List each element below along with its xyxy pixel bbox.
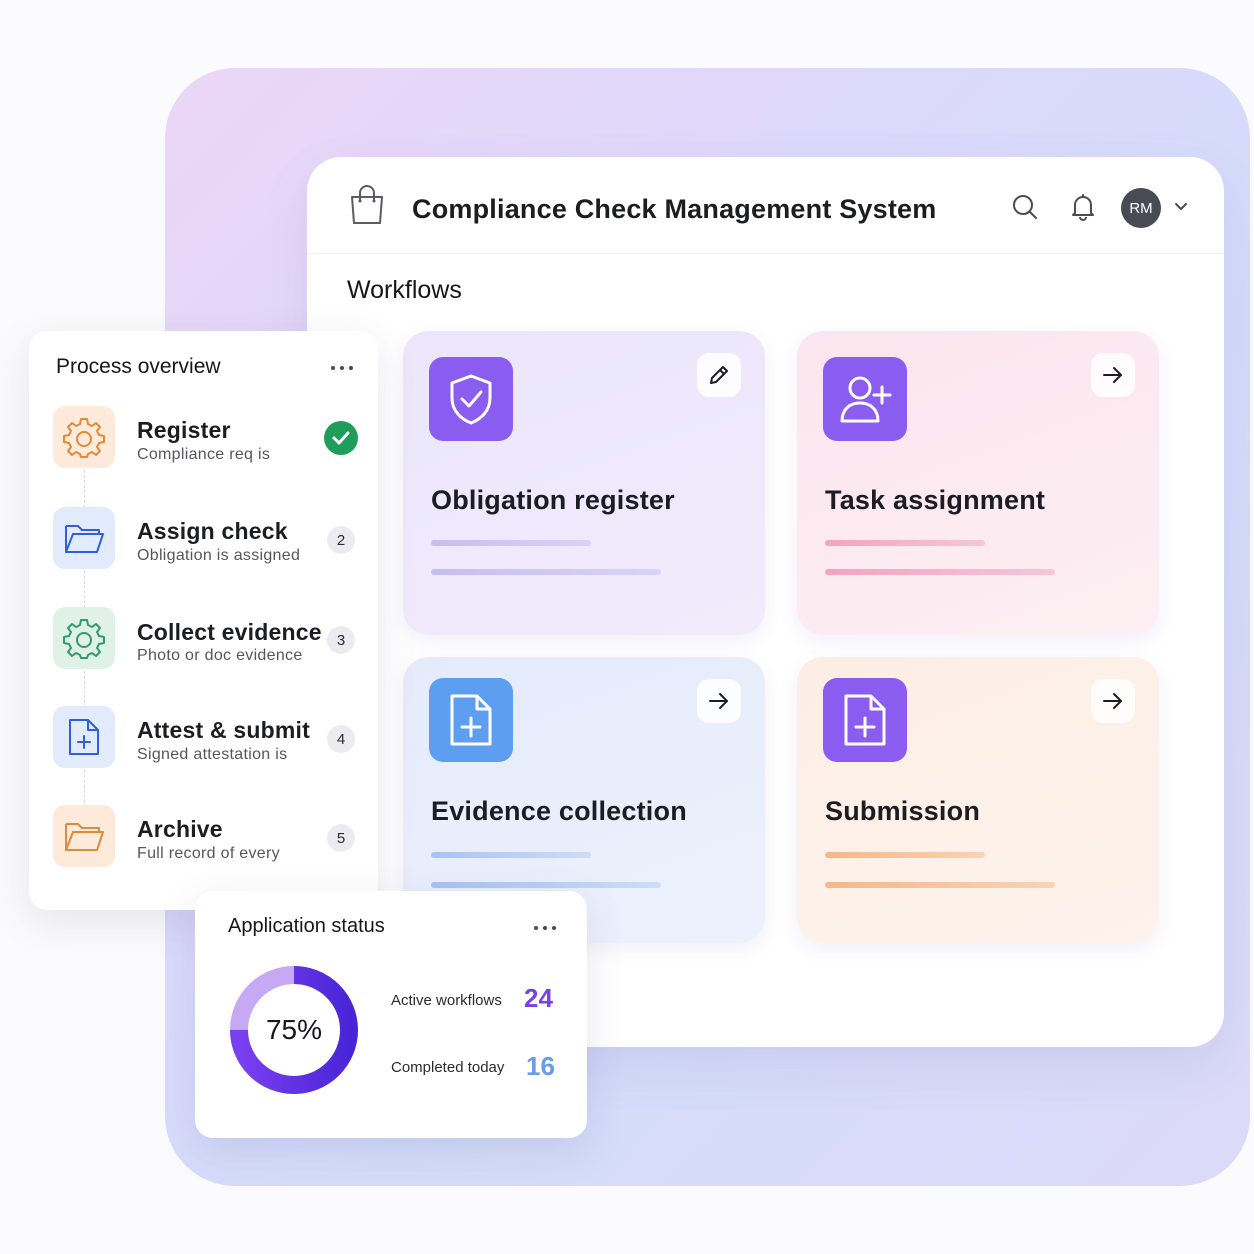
workflow-card-obligation-register[interactable]: Obligation register [403,331,765,635]
step-number-badge: 4 [327,725,355,753]
step-tile [53,607,115,669]
panel-title: Application status [228,915,385,937]
edit-button[interactable] [697,353,741,397]
step-tile [53,406,115,468]
workflow-card-task-assignment[interactable]: Task assignment [797,331,1159,635]
file-plus-icon [844,694,886,746]
progress-percentage: 75% [265,1014,323,1045]
workflow-tile [823,357,907,441]
workflow-title: Obligation register [431,485,675,515]
step-description: Photo or doc evidence [137,647,303,664]
folder-icon [65,823,104,851]
step-label: Archive [137,816,223,842]
step-description: Signed attestation is [137,746,288,763]
more-options-icon[interactable] [329,364,355,372]
step-label: Collect evidence [137,619,322,645]
process-step-archive[interactable]: Archive Full record of every 5 [53,805,363,869]
bell-icon[interactable] [1069,193,1097,221]
open-button[interactable] [697,679,741,723]
step-label: Register [137,417,231,443]
step-number-badge: 2 [327,526,355,554]
completed-badge [324,421,358,455]
checkmark-icon [332,431,350,445]
step-connector [84,470,85,508]
pencil-icon [710,366,728,384]
placeholder-line [431,882,661,888]
step-tile [53,706,115,768]
stat-label-active-workflows: Active workflows [391,992,502,1009]
file-plus-icon [69,719,99,755]
workflow-tile [823,678,907,762]
chevron-down-icon[interactable] [1171,197,1191,217]
application-status-panel: Application status 75% Active workflows … [195,891,587,1138]
gear-icon [63,619,105,659]
folder-icon [65,525,104,553]
file-plus-icon [450,694,492,746]
stat-value-completed-today: 16 [526,1051,555,1081]
placeholder-line [431,852,591,858]
placeholder-line [825,852,985,858]
process-step-attest-submit[interactable]: Attest & submit Signed attestation is 4 [53,706,363,770]
open-button[interactable] [1091,353,1135,397]
step-label: Assign check [137,518,288,544]
stat-value-active-workflows: 24 [524,983,553,1013]
top-bar: Compliance Check Management System RM [307,157,1224,254]
app-title: Compliance Check Management System [412,194,937,224]
placeholder-line [431,540,591,546]
process-step-collect-evidence[interactable]: Collect evidence Photo or doc evidence 3 [53,607,363,671]
user-avatar[interactable]: RM [1121,188,1161,228]
step-label: Attest & submit [137,717,310,743]
more-options-icon[interactable] [532,924,558,932]
workflow-title: Evidence collection [431,796,687,826]
workflow-title: Task assignment [825,485,1046,515]
step-description: Compliance req is [137,446,271,463]
add-user-icon [840,376,892,423]
step-connector [84,571,85,608]
placeholder-line [825,882,1055,888]
process-overview-panel: Process overview Register Compliance req… [29,331,378,910]
placeholder-line [825,540,985,546]
arrow-right-icon [1103,693,1122,709]
step-number-badge: 5 [327,824,355,852]
step-description: Full record of every [137,845,280,862]
process-step-register[interactable]: Register Compliance req is [53,406,363,470]
stat-label-completed-today: Completed today [391,1059,505,1076]
shield-check-icon [450,374,492,425]
step-description: Obligation is assigned [137,547,301,564]
workflow-tile [429,678,513,762]
step-connector [84,770,85,807]
step-tile [53,805,115,867]
arrow-right-icon [1103,367,1122,383]
workflow-title: Submission [825,796,981,826]
workflow-card-submission[interactable]: Submission [797,657,1159,943]
step-number-badge: 3 [327,626,355,654]
open-button[interactable] [1091,679,1135,723]
gear-icon [63,418,105,458]
process-step-assign-check[interactable]: Assign check Obligation is assigned 2 [53,507,363,571]
placeholder-line [825,569,1055,575]
shopping-bag-icon [351,185,383,224]
step-connector [84,671,85,708]
section-title: Workflows [347,276,462,304]
search-icon[interactable] [1011,193,1039,221]
arrow-right-icon [709,693,728,709]
panel-title: Process overview [56,355,221,378]
step-tile [53,507,115,569]
placeholder-line [431,569,661,575]
workflow-tile [429,357,513,441]
